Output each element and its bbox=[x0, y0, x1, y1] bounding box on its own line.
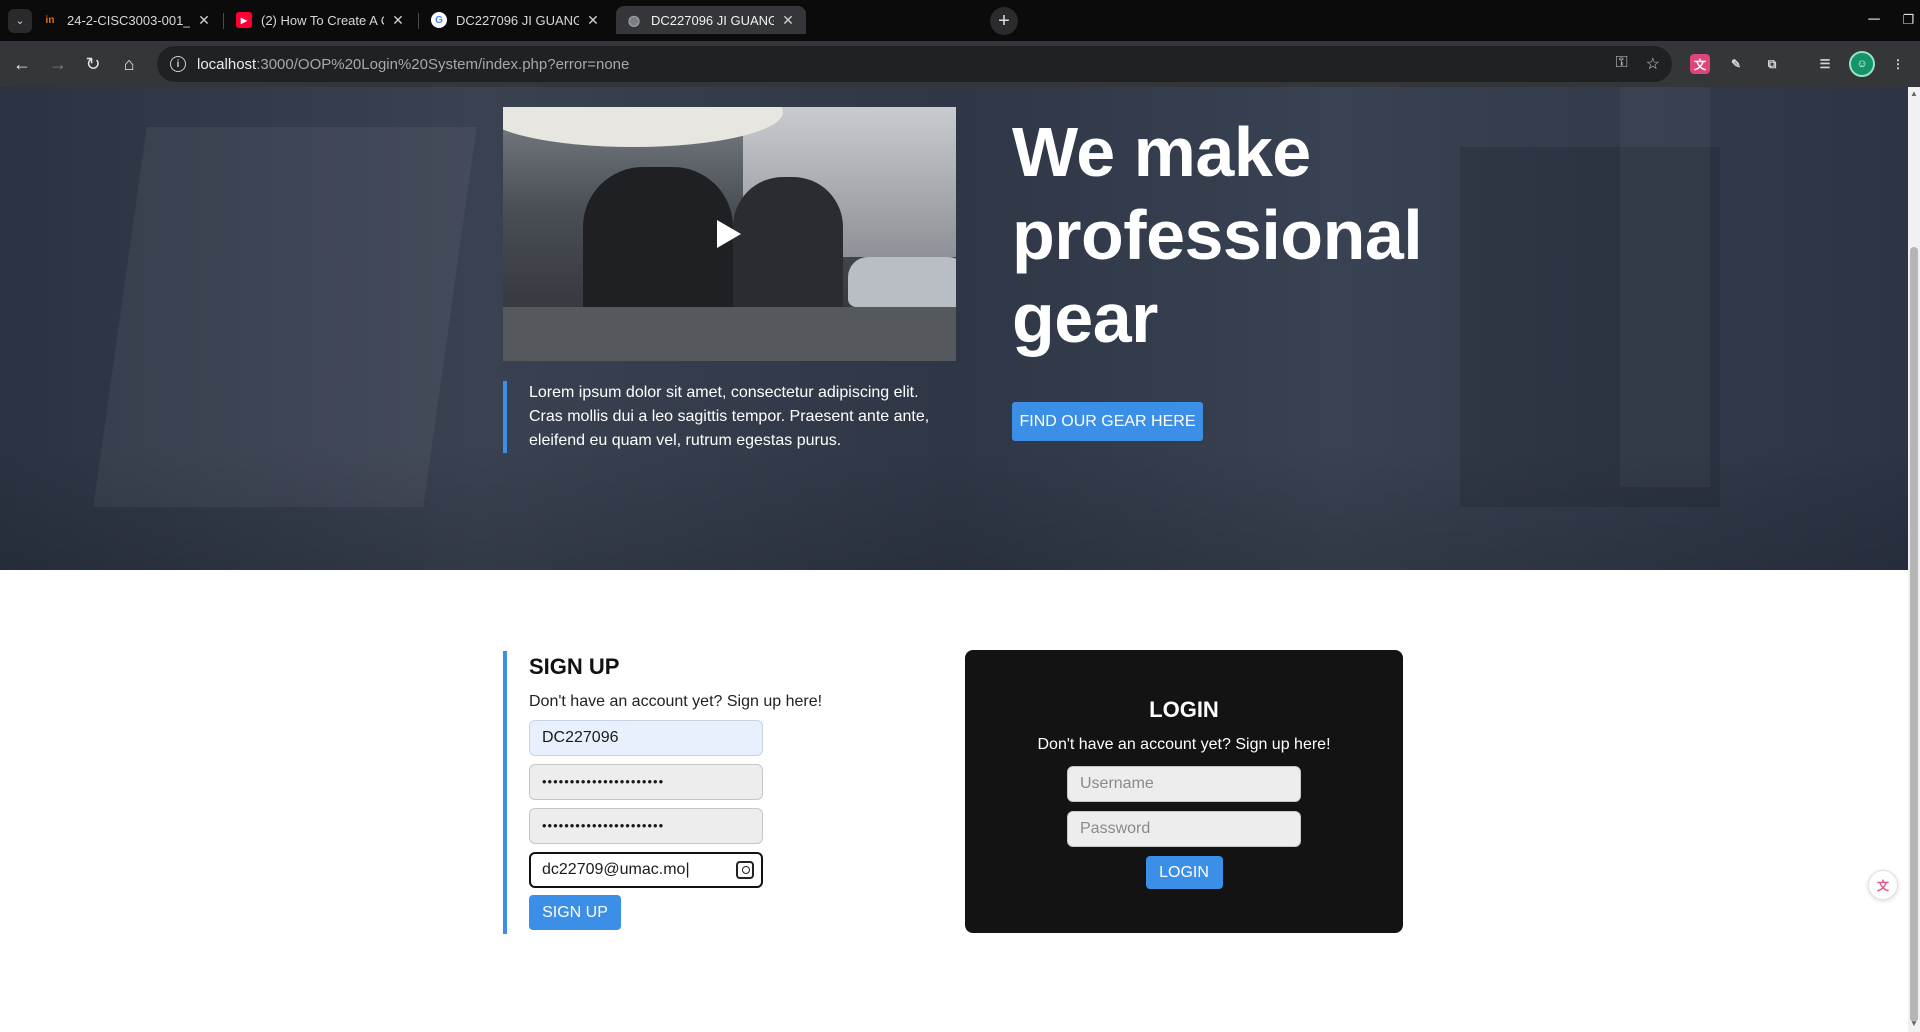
minimize-button[interactable]: ─ bbox=[1851, 6, 1897, 34]
email-value: dc22709@umac.mo bbox=[542, 861, 686, 878]
tab-title: DC227096 JI GUANGNING bbox=[651, 12, 774, 28]
page-scrollbar[interactable]: ▲ ▼ bbox=[1908, 87, 1920, 1032]
tab-google[interactable]: G DC227096 JI GUANGNING - Go ✕ bbox=[421, 6, 611, 34]
tab-separator bbox=[418, 13, 419, 29]
hero-paragraph: Lorem ipsum dolor sit amet, consectetur … bbox=[503, 381, 933, 453]
tab-title: (2) How To Create A OOP PHP bbox=[261, 12, 384, 28]
hero-section: Lorem ipsum dolor sit amet, consectetur … bbox=[0, 87, 1908, 570]
signup-repeat-password-input[interactable]: •••••••••••••••••••••• bbox=[529, 808, 763, 844]
tab-title: DC227096 JI GUANGNING - Go bbox=[456, 12, 579, 28]
pen-extension-icon[interactable]: ✎ bbox=[1726, 54, 1746, 74]
close-icon[interactable]: ✕ bbox=[390, 12, 406, 29]
signup-button[interactable]: SIGN UP bbox=[529, 895, 621, 930]
signup-title: SIGN UP bbox=[529, 654, 620, 679]
signup-form: SIGN UP Don't have an account yet? Sign … bbox=[503, 651, 823, 934]
scroll-down-arrow-icon[interactable]: ▼ bbox=[1910, 1019, 1918, 1029]
extensions-puzzle-icon[interactable]: ⧉ bbox=[1762, 54, 1782, 74]
restore-button[interactable]: ❐ bbox=[1897, 6, 1920, 34]
home-icon[interactable]: ⌂ bbox=[115, 50, 143, 78]
find-gear-button[interactable]: FIND OUR GEAR HERE bbox=[1012, 402, 1203, 441]
text-cursor: | bbox=[685, 861, 690, 878]
back-arrow-icon[interactable]: ← bbox=[8, 50, 36, 78]
scrollbar-thumb[interactable] bbox=[1910, 247, 1918, 1022]
reading-list-icon[interactable]: ☰ bbox=[1815, 54, 1835, 74]
close-icon[interactable]: ✕ bbox=[585, 12, 601, 29]
address-bar[interactable]: i localhost:3000/OOP%20Login%20System/in… bbox=[157, 46, 1672, 82]
tab-current[interactable]: ◍ DC227096 JI GUANGNING ✕ bbox=[616, 6, 806, 34]
youtube-favicon-icon: ▶ bbox=[236, 12, 252, 28]
play-icon[interactable] bbox=[717, 220, 741, 248]
tab-title: 24-2-CISC3003-001_60678: bbox=[67, 12, 190, 28]
bookmark-star-icon[interactable]: ☆ bbox=[1646, 54, 1660, 74]
browser-tab-bar: ⌄ in 24-2-CISC3003-001_60678: ✕ ▶ (2) Ho… bbox=[0, 0, 1920, 41]
hero-background-shade bbox=[0, 447, 1908, 570]
login-form: LOGIN Don't have an account yet? Sign up… bbox=[965, 650, 1403, 933]
forward-arrow-icon[interactable]: → bbox=[44, 50, 72, 78]
close-icon[interactable]: ✕ bbox=[780, 12, 796, 29]
password-placeholder: Password bbox=[1080, 820, 1151, 837]
profile-avatar[interactable]: ☺ bbox=[1849, 51, 1875, 77]
tab-separator bbox=[223, 13, 224, 29]
browser-toolbar: ← → ↻ ⌂ i localhost:3000/OOP%20Login%20S… bbox=[0, 41, 1920, 87]
signup-username-input[interactable]: DC227096 bbox=[529, 720, 763, 756]
login-subtitle: Don't have an account yet? Sign up here! bbox=[1037, 736, 1331, 753]
menu-kebab-icon[interactable]: ⋮ bbox=[1888, 54, 1908, 74]
tab-cisc3003[interactable]: in 24-2-CISC3003-001_60678: ✕ bbox=[32, 6, 222, 34]
tab-youtube[interactable]: ▶ (2) How To Create A OOP PHP ✕ bbox=[226, 6, 416, 34]
hero-title: We make professional gear bbox=[1012, 113, 1423, 357]
url-text[interactable]: localhost:3000/OOP%20Login%20System/inde… bbox=[197, 56, 629, 73]
scroll-up-arrow-icon[interactable]: ▲ bbox=[1910, 89, 1918, 99]
login-username-input[interactable]: Username bbox=[1067, 766, 1301, 802]
new-tab-button[interactable]: + bbox=[990, 7, 1018, 35]
globe-favicon-icon: ◍ bbox=[627, 11, 641, 28]
google-favicon-icon: G bbox=[431, 12, 447, 28]
reload-icon[interactable]: ↻ bbox=[79, 50, 107, 78]
hero-video[interactable] bbox=[503, 107, 956, 361]
translate-extension-icon[interactable]: 文 bbox=[1690, 54, 1710, 74]
tab-search-button[interactable]: ⌄ bbox=[8, 8, 32, 33]
page-viewport: Lorem ipsum dolor sit amet, consectetur … bbox=[0, 87, 1908, 1032]
password-key-icon[interactable]: ⚿ bbox=[1615, 54, 1627, 74]
hero-background-shape bbox=[1620, 87, 1710, 487]
autofill-scan-icon[interactable] bbox=[736, 861, 754, 879]
signup-email-input[interactable]: dc22709@umac.mo| bbox=[529, 852, 763, 888]
login-button[interactable]: LOGIN bbox=[1145, 856, 1223, 889]
login-password-input[interactable]: Password bbox=[1067, 811, 1301, 847]
signup-subtitle: Don't have an account yet? Sign up here! bbox=[529, 693, 823, 710]
floating-translate-icon[interactable]: 文 bbox=[1868, 870, 1898, 900]
site-info-icon[interactable]: i bbox=[170, 56, 186, 72]
username-placeholder: Username bbox=[1080, 775, 1154, 792]
login-title: LOGIN bbox=[1149, 697, 1219, 722]
signup-password-input[interactable]: •••••••••••••••••••••• bbox=[529, 764, 763, 800]
close-icon[interactable]: ✕ bbox=[196, 12, 212, 29]
moodle-favicon-icon: in bbox=[45, 14, 55, 26]
